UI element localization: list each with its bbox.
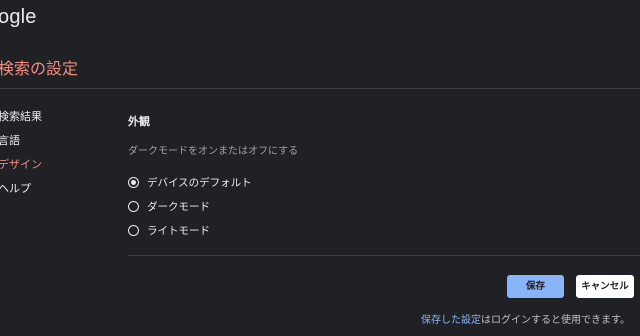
save-button[interactable]: 保存 bbox=[507, 275, 564, 298]
theme-option-label: ダークモード bbox=[147, 200, 210, 213]
radio-checked-icon[interactable] bbox=[128, 176, 139, 188]
settings-page: ogle 検索の設定 検索結果 言語 デザイン ヘルプ 外観 ダークモードをオン… bbox=[0, 0, 640, 336]
sidebar-item-help[interactable]: ヘルプ bbox=[0, 182, 98, 206]
page-title: 検索の設定 bbox=[0, 59, 79, 78]
theme-option-label: ライトモード bbox=[147, 224, 210, 237]
theme-radio-group: デバイスのデフォルト ダークモード ライトモード bbox=[128, 170, 252, 242]
saved-settings-link[interactable]: 保存した設定 bbox=[421, 315, 481, 326]
theme-option-device-default[interactable]: デバイスのデフォルト bbox=[128, 170, 252, 194]
sidebar-nav: 検索結果 言語 デザイン ヘルプ bbox=[0, 110, 98, 206]
saved-settings-note: 保存した設定はログインすると使用できます。 bbox=[421, 311, 630, 326]
theme-option-light[interactable]: ライトモード bbox=[128, 218, 252, 242]
header-divider bbox=[0, 88, 640, 89]
cancel-button[interactable]: キャンセル bbox=[576, 275, 634, 298]
radio-unchecked-icon[interactable] bbox=[128, 224, 139, 236]
sidebar-item-language[interactable]: 言語 bbox=[0, 134, 98, 158]
google-logo[interactable]: ogle bbox=[0, 6, 37, 29]
saved-settings-note-text: はログインすると使用できます。 bbox=[481, 315, 630, 326]
appearance-description: ダークモードをオンまたはオフにする bbox=[128, 146, 299, 157]
radio-unchecked-icon[interactable] bbox=[128, 200, 139, 212]
section-divider bbox=[128, 255, 640, 256]
sidebar-item-search-results[interactable]: 検索結果 bbox=[0, 110, 98, 134]
appearance-section-title: 外観 bbox=[128, 115, 150, 128]
theme-option-dark[interactable]: ダークモード bbox=[128, 194, 252, 218]
sidebar-item-design[interactable]: デザイン bbox=[0, 158, 98, 182]
theme-option-label: デバイスのデフォルト bbox=[147, 176, 252, 189]
